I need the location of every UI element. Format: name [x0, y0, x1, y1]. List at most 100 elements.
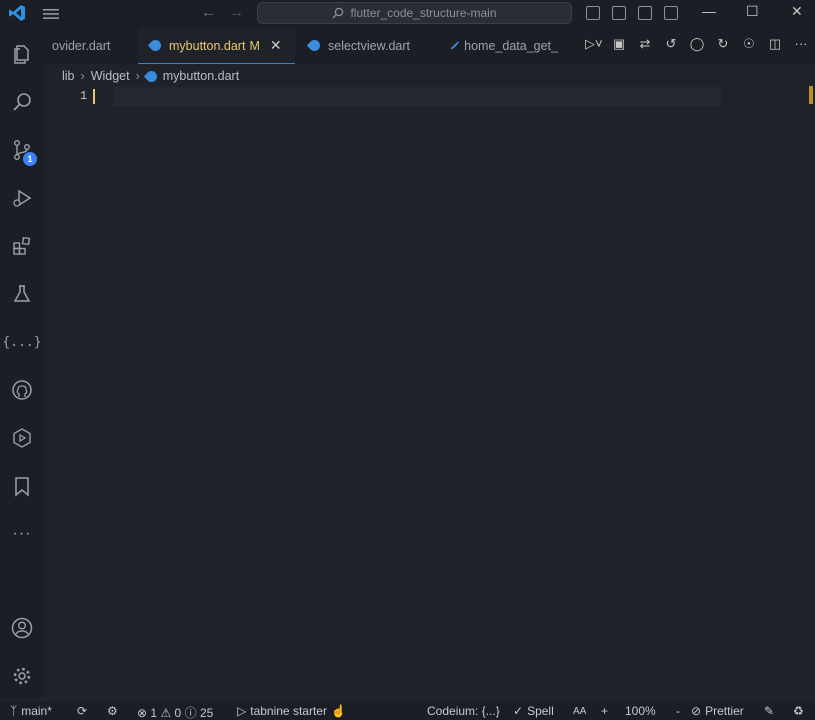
run-dropdown-icon[interactable]: ▷˅ [585, 36, 603, 52]
compare-changes-icon[interactable]: ⇄ [637, 36, 653, 52]
spell-status[interactable]: ✓ Spell [513, 704, 554, 718]
problems-status[interactable]: ⊗ 1 ⚠ 0 ⓘ 25 [137, 704, 213, 720]
codeium-status[interactable]: Codeium: {...} [427, 704, 500, 718]
search-sidebar-icon[interactable] [0, 82, 44, 122]
zoom-out-button[interactable]: - [676, 704, 680, 718]
activity-bar: 1 {...} ··· [0, 27, 44, 697]
dart-file-icon [306, 37, 323, 54]
modified-indicator: M [249, 38, 260, 53]
accessibility-icon[interactable]: ☉ [741, 36, 757, 52]
run-debug-icon[interactable] [0, 178, 44, 218]
tabnine-icon: ▷ [237, 704, 247, 718]
editor-actions: ▷˅ ▣ ⇄ ↺ ◯ ↻ ☉ ◫ ··· [585, 36, 809, 52]
testing-flask-icon[interactable] [0, 274, 44, 314]
notifications-bell-icon[interactable]: ♻ [793, 704, 804, 718]
back-arrow-icon[interactable]: ← [201, 4, 216, 21]
github-icon[interactable] [0, 370, 44, 410]
error-count: 1 [150, 705, 158, 720]
font-size-status[interactable]: AA [573, 706, 586, 717]
warning-icon: ⚠ [160, 705, 172, 720]
dart-file-icon [450, 40, 460, 51]
search-icon [332, 7, 344, 19]
tab-selectview-dart[interactable]: selectview.dart [301, 27, 446, 64]
status-bar: ᛉ main* ⟳ ⚙ ⊗ 1 ⚠ 0 ⓘ 25 ▷ tabnine start… [0, 702, 815, 720]
zoom-in-button[interactable]: + [601, 704, 608, 718]
minimize-icon[interactable]: — [702, 3, 716, 19]
current-line-highlight [113, 87, 721, 106]
tab-label: home_data_get_ [464, 38, 558, 53]
tab-home-data-get[interactable]: home_data_get_ [446, 27, 566, 64]
scrollbar-marker[interactable] [809, 86, 813, 104]
timeline-forward-icon[interactable]: ↻ [715, 36, 731, 52]
tab-label: ovider.dart [52, 38, 111, 53]
minus-label: - [676, 704, 680, 718]
error-icon: ⊗ [137, 705, 148, 720]
split-editor-icon[interactable]: ◫ [767, 36, 783, 52]
feedback-icon[interactable]: ✎ [764, 704, 774, 718]
close-tab-icon[interactable]: ✕ [270, 37, 282, 54]
text-cursor [93, 89, 95, 104]
toggle-primary-sidebar-icon[interactable] [586, 6, 600, 20]
prettier-disabled-icon: ⊘ [691, 704, 702, 718]
tab-label: selectview.dart [328, 38, 410, 53]
bookmarks-icon[interactable] [0, 466, 44, 506]
code-editor[interactable]: 1 [44, 86, 815, 696]
info-icon: ⓘ [184, 706, 197, 720]
prettier-label: Prettier [705, 704, 744, 718]
tabnine-hand-icon: ☝ [330, 704, 346, 718]
copilot-icon[interactable] [0, 418, 44, 458]
chevron-right-icon: › [135, 69, 140, 83]
spell-label: Spell [527, 704, 554, 718]
accounts-icon[interactable] [0, 608, 44, 648]
branch-label: main* [21, 704, 52, 718]
tabnine-status[interactable]: ▷ tabnine starter ☝ [237, 704, 346, 718]
aa-label: AA [573, 706, 587, 717]
branch-status[interactable]: ᛉ main* [10, 704, 52, 718]
plus-label: + [601, 704, 609, 718]
toggle-panel-icon[interactable] [612, 6, 626, 20]
toggle-secondary-sidebar-icon[interactable] [638, 6, 652, 20]
timeline-back-icon[interactable]: ↺ [663, 36, 679, 52]
warning-count: 0 [174, 705, 182, 720]
editor-tab-bar: ovider.dart mybutton.dart M ✕ selectview… [44, 27, 815, 64]
menu-icon[interactable] [42, 7, 60, 21]
command-center-search[interactable]: flutter_code_structure-main [257, 2, 572, 24]
explorer-icon[interactable] [0, 34, 44, 74]
extensions-icon[interactable] [0, 226, 44, 266]
prettier-status[interactable]: ⊘ Prettier [691, 704, 744, 718]
sync-icon[interactable]: ⟳ [77, 704, 87, 718]
live-share-icon[interactable]: ⚙ [107, 704, 118, 718]
forward-arrow-icon[interactable]: → [229, 4, 244, 21]
customize-layout-icon[interactable] [664, 6, 678, 20]
tabnine-label: tabnine starter [250, 704, 327, 718]
zoom-level[interactable]: 100% [625, 704, 656, 718]
source-control-badge: 1 [23, 152, 37, 166]
codeium-label: Codeium: {...} [427, 704, 500, 718]
info-count: 25 [199, 705, 214, 720]
tab-label: mybutton.dart [169, 38, 246, 53]
breadcrumb: lib › Widget › mybutton.dart [62, 67, 239, 85]
vscode-logo-icon [9, 5, 25, 21]
breadcrumb-lib[interactable]: lib [62, 69, 75, 83]
chevron-right-icon: › [80, 69, 85, 83]
dart-file-icon [147, 37, 164, 54]
maximize-icon[interactable]: ☐ [746, 3, 759, 20]
breadcrumb-file[interactable]: mybutton.dart [163, 69, 239, 83]
more-actions-icon[interactable]: ··· [793, 36, 809, 52]
manage-gear-icon[interactable] [0, 656, 44, 696]
git-branch-icon: ᛉ [10, 704, 18, 718]
tab-provider-dart[interactable]: ovider.dart [44, 27, 138, 64]
open-preview-icon[interactable]: ▣ [611, 36, 627, 52]
command-center-text: flutter_code_structure-main [350, 6, 497, 20]
dart-file-icon [143, 68, 160, 84]
json-braces-icon[interactable]: {...} [0, 322, 44, 362]
breadcrumb-widget[interactable]: Widget [91, 69, 130, 83]
close-window-icon[interactable]: ✕ [791, 3, 803, 20]
line-number: 1 [80, 89, 88, 103]
zoom-label: 100% [625, 704, 656, 718]
check-icon: ✓ [513, 704, 524, 718]
more-icon[interactable]: ··· [0, 514, 44, 554]
source-control-icon[interactable]: 1 [0, 130, 44, 170]
timeline-dot-icon[interactable]: ◯ [689, 36, 705, 52]
tab-mybutton-dart[interactable]: mybutton.dart M ✕ [138, 27, 295, 64]
